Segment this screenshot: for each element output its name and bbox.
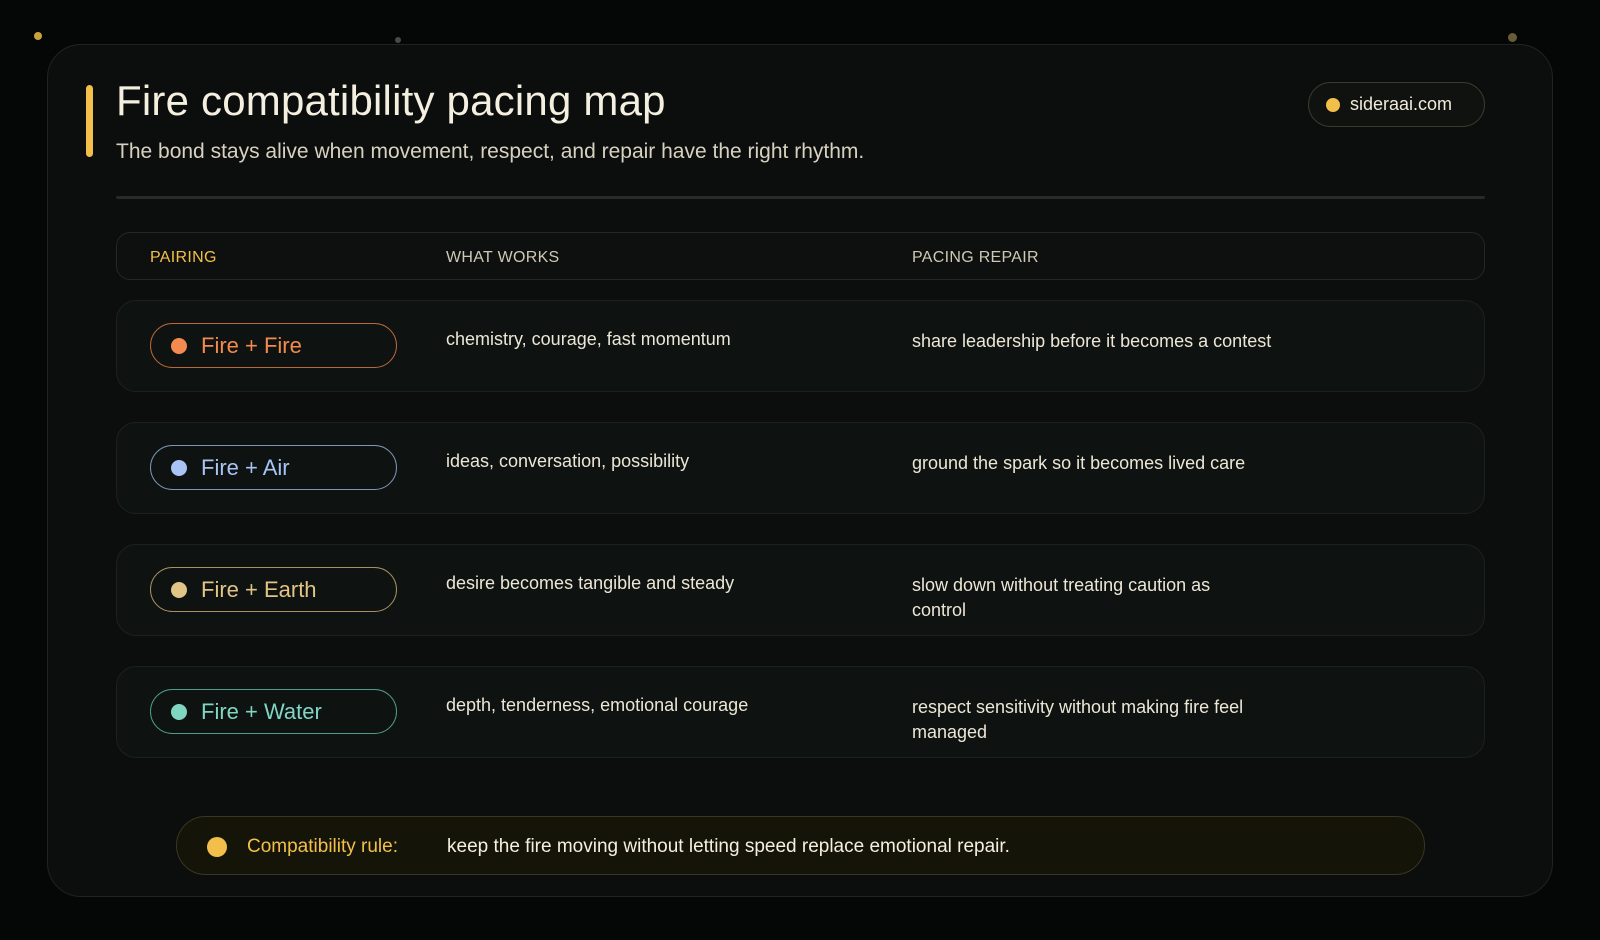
pacing-repair-cell: slow down without treating caution as co…	[912, 575, 1211, 620]
main-card: Fire compatibility pacing map The bond s…	[47, 44, 1553, 897]
pairing-pill: Fire + Earth	[150, 567, 397, 612]
what-works-cell: desire becomes tangible and steady	[446, 573, 735, 593]
site-label: sideraai.com	[1350, 94, 1453, 114]
page-subtitle: The bond stays alive when movement, resp…	[116, 140, 865, 163]
pairing-pill: Fire + Air	[150, 445, 397, 490]
decorative-dot	[395, 37, 401, 43]
title-accent-bar	[86, 85, 93, 157]
table-row: Fire + Fire chemistry, courage, fast mom…	[116, 300, 1485, 392]
column-header-what-works: WHAT WORKS	[446, 249, 560, 266]
page-title: Fire compatibility pacing map	[116, 77, 666, 124]
pacing-repair-cell: respect sensitivity without making fire …	[912, 697, 1244, 742]
rule-dot-icon	[207, 837, 227, 857]
table-row: Fire + Earth desire becomes tangible and…	[116, 544, 1485, 636]
rule-text: keep the fire moving without letting spe…	[447, 836, 1010, 857]
table-row: Fire + Water depth, tenderness, emotiona…	[116, 666, 1485, 758]
element-dot-icon	[171, 703, 187, 720]
pairing-pill: Fire + Water	[150, 689, 397, 734]
element-dot-icon	[171, 337, 187, 354]
pacing-repair-cell: ground the spark so it becomes lived car…	[912, 453, 1246, 473]
site-badge[interactable]: sideraai.com	[1308, 82, 1485, 127]
pairing-label: Fire + Water	[201, 698, 322, 724]
compatibility-rule-banner: Compatibility rule: keep the fire moving…	[176, 816, 1425, 875]
rule-label: Compatibility rule:	[247, 836, 398, 857]
decorative-dot	[1508, 33, 1517, 42]
what-works-cell: depth, tenderness, emotional courage	[446, 695, 749, 715]
column-header-pacing-repair: PACING REPAIR	[912, 249, 1039, 266]
pairing-pill: Fire + Fire	[150, 323, 397, 368]
pairing-label: Fire + Earth	[201, 576, 317, 602]
column-header-pairing: PAIRING	[150, 249, 217, 266]
what-works-cell: chemistry, courage, fast momentum	[446, 329, 731, 349]
decorative-dot	[34, 32, 42, 40]
divider	[116, 196, 1485, 199]
table-header: PAIRING WHAT WORKS PACING REPAIR	[116, 232, 1485, 280]
element-dot-icon	[171, 459, 187, 476]
status-dot-icon	[1326, 97, 1340, 112]
element-dot-icon	[171, 581, 187, 598]
what-works-cell: ideas, conversation, possibility	[446, 451, 690, 471]
table-row: Fire + Air ideas, conversation, possibil…	[116, 422, 1485, 514]
pacing-repair-cell: share leadership before it becomes a con…	[912, 331, 1272, 351]
pairing-label: Fire + Fire	[201, 332, 302, 358]
pairing-label: Fire + Air	[201, 454, 290, 480]
